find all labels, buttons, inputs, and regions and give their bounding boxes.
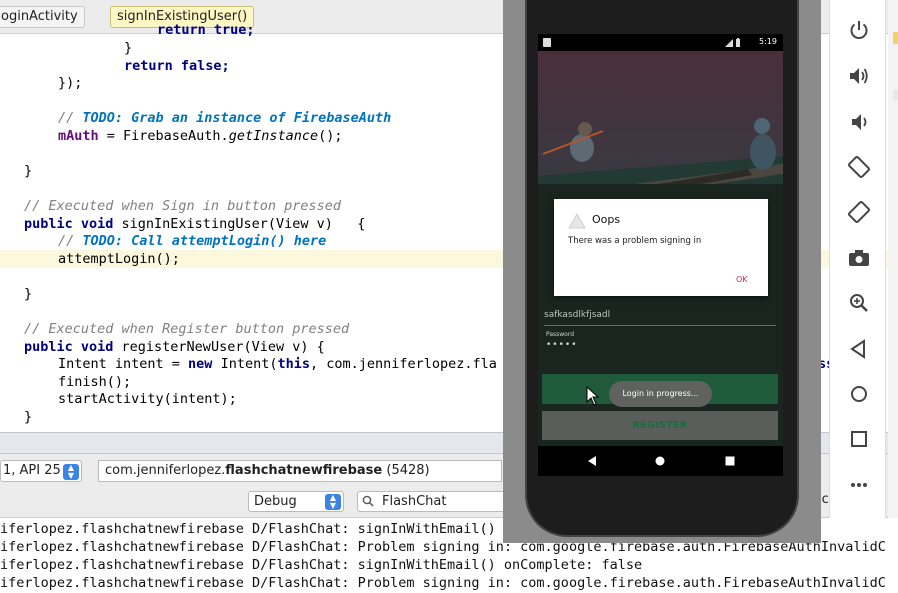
email-field[interactable]: safkasdlkfjsadl xyxy=(544,306,776,326)
scroll-marker xyxy=(893,32,898,44)
log-search-input[interactable]: FlashChat xyxy=(357,491,507,512)
warning-icon xyxy=(568,213,586,229)
process-selector[interactable]: com.jenniferlopez.flashchatnewfirebase (… xyxy=(98,460,502,482)
log-level-select[interactable]: Debug ▲ ▼ xyxy=(248,491,344,512)
volume-up-icon[interactable] xyxy=(846,64,872,88)
dialog-title: Oops xyxy=(592,213,621,226)
log-line: iferlopez.flashchatnewfirebase D/FlashCh… xyxy=(0,557,643,573)
stepper-icon: ▲ ▼ xyxy=(325,494,341,510)
device-selector[interactable]: 1, API 25 ▲ ▼ xyxy=(0,460,82,482)
process-pid: (5428) xyxy=(382,463,430,478)
status-clock: 5:19 xyxy=(759,37,777,46)
zoom-icon[interactable] xyxy=(846,291,872,315)
more-icon[interactable] xyxy=(846,473,872,497)
register-button[interactable]: REGISTER xyxy=(542,411,778,440)
search-icon xyxy=(362,495,374,507)
nav-home-icon[interactable] xyxy=(654,455,666,467)
process-prefix: com.jenniferlopez. xyxy=(105,463,226,478)
stepper-icon: ▲ ▼ xyxy=(63,464,79,480)
home-icon[interactable] xyxy=(846,382,872,406)
nav-overview-icon[interactable] xyxy=(724,455,736,467)
log-level-value: Debug xyxy=(254,494,297,509)
signal-battery-icon xyxy=(725,38,740,47)
rotate-right-icon[interactable] xyxy=(846,200,872,224)
volume-down-icon[interactable] xyxy=(846,110,872,134)
dialog-message: There was a problem signing in xyxy=(568,236,702,246)
camera-icon[interactable] xyxy=(846,246,872,270)
device-selector-label: 1, API 25 xyxy=(3,463,61,478)
alert-dialog: Oops There was a problem signing in OK xyxy=(554,199,768,296)
toast-message: Login in progress... xyxy=(609,381,712,407)
status-bar: 5:19 xyxy=(538,34,783,51)
sim-icon xyxy=(543,38,551,47)
password-label: Password xyxy=(546,331,575,338)
scroll-marker xyxy=(893,90,898,100)
android-nav-bar xyxy=(538,446,783,476)
mouse-cursor-icon xyxy=(586,386,600,406)
log-line: iferlopez.flashchatnewfirebase D/FlashCh… xyxy=(0,575,886,591)
process-name: flashchatnewfirebase xyxy=(225,463,383,478)
emulator-toolbar xyxy=(829,0,886,518)
nav-back-icon[interactable] xyxy=(586,455,598,467)
power-icon[interactable] xyxy=(846,18,872,42)
phone-screen[interactable]: 5:19 safkasdlkfjsadl Password ••••• Logi… xyxy=(538,34,783,476)
overview-icon[interactable] xyxy=(846,427,872,451)
password-field[interactable]: ••••• xyxy=(546,340,776,356)
editor-scroll-strip[interactable] xyxy=(888,0,898,518)
dialog-ok-button[interactable]: OK xyxy=(736,275,748,284)
rotate-left-icon[interactable] xyxy=(846,155,872,179)
back-icon[interactable] xyxy=(846,337,872,361)
